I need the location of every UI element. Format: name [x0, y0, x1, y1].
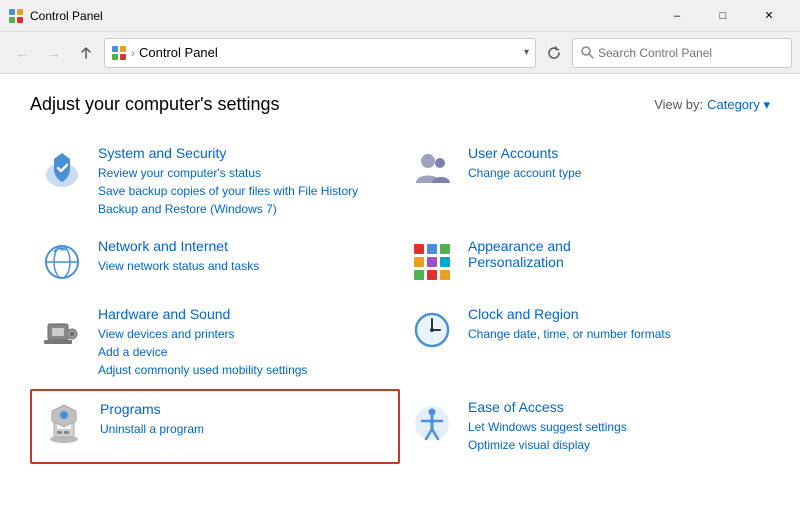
- main-header: Adjust your computer's settings View by:…: [30, 94, 770, 115]
- back-button[interactable]: ←: [8, 39, 36, 67]
- clock-region-title[interactable]: Clock and Region: [468, 306, 762, 322]
- minimize-button[interactable]: –: [654, 0, 700, 32]
- appearance-content: Appearance andPersonalization: [468, 238, 762, 273]
- network-internet-icon: [38, 238, 86, 286]
- network-internet-title[interactable]: Network and Internet: [98, 238, 392, 254]
- search-box[interactable]: [572, 38, 792, 68]
- category-system-security[interactable]: System and Security Review your computer…: [30, 135, 400, 228]
- view-by-value[interactable]: Category ▾: [707, 97, 770, 113]
- network-internet-link-1[interactable]: View network status and tasks: [98, 257, 392, 275]
- hardware-sound-link-2[interactable]: Add a device: [98, 343, 392, 361]
- programs-title[interactable]: Programs: [100, 401, 390, 417]
- clock-region-link-1[interactable]: Change date, time, or number formats: [468, 325, 762, 343]
- ease-of-access-title[interactable]: Ease of Access: [468, 399, 762, 415]
- address-folder-icon: [111, 45, 127, 61]
- refresh-button[interactable]: [540, 39, 568, 67]
- user-accounts-link-1[interactable]: Change account type: [468, 164, 762, 182]
- category-programs[interactable]: Programs Uninstall a program: [30, 389, 400, 464]
- address-bar: ← → › Control Panel ▾: [0, 32, 800, 74]
- view-by: View by: Category ▾: [654, 97, 770, 113]
- title-bar-icon: [8, 8, 24, 24]
- user-accounts-title[interactable]: User Accounts: [468, 145, 762, 161]
- appearance-title[interactable]: Appearance andPersonalization: [468, 238, 762, 270]
- title-bar-title: Control Panel: [30, 9, 654, 23]
- ease-of-access-content: Ease of Access Let Windows suggest setti…: [468, 399, 762, 454]
- address-separator: ›: [131, 46, 135, 60]
- ease-of-access-icon: [408, 399, 456, 447]
- programs-link-1[interactable]: Uninstall a program: [100, 420, 390, 438]
- categories-grid: System and Security Review your computer…: [30, 135, 770, 464]
- hardware-sound-content: Hardware and Sound View devices and prin…: [98, 306, 392, 379]
- user-accounts-icon: [408, 145, 456, 193]
- title-bar-buttons: – □ ✕: [654, 0, 792, 32]
- appearance-icon: [408, 238, 456, 286]
- category-clock-region[interactable]: Clock and Region Change date, time, or n…: [400, 296, 770, 389]
- user-accounts-content: User Accounts Change account type: [468, 145, 762, 182]
- address-input[interactable]: › Control Panel ▾: [104, 38, 536, 68]
- title-bar: Control Panel – □ ✕: [0, 0, 800, 32]
- hardware-sound-title[interactable]: Hardware and Sound: [98, 306, 392, 322]
- maximize-button[interactable]: □: [700, 0, 746, 32]
- system-security-title[interactable]: System and Security: [98, 145, 392, 161]
- main-content: Adjust your computer's settings View by:…: [0, 74, 800, 484]
- close-button[interactable]: ✕: [746, 0, 792, 32]
- search-input[interactable]: [598, 46, 783, 60]
- hardware-sound-link-1[interactable]: View devices and printers: [98, 325, 392, 343]
- ease-of-access-link-2[interactable]: Optimize visual display: [468, 436, 762, 454]
- forward-button[interactable]: →: [40, 39, 68, 67]
- category-hardware-sound[interactable]: Hardware and Sound View devices and prin…: [30, 296, 400, 389]
- system-security-content: System and Security Review your computer…: [98, 145, 392, 218]
- category-ease-of-access[interactable]: Ease of Access Let Windows suggest setti…: [400, 389, 770, 464]
- hardware-sound-icon: [38, 306, 86, 354]
- clock-region-content: Clock and Region Change date, time, or n…: [468, 306, 762, 343]
- hardware-sound-link-3[interactable]: Adjust commonly used mobility settings: [98, 361, 392, 379]
- system-security-link-2[interactable]: Save backup copies of your files with Fi…: [98, 182, 392, 200]
- clock-region-icon: [408, 306, 456, 354]
- page-title: Adjust your computer's settings: [30, 94, 280, 115]
- system-security-link-1[interactable]: Review your computer's status: [98, 164, 392, 182]
- programs-icon: [40, 401, 88, 449]
- system-security-icon: [38, 145, 86, 193]
- category-user-accounts[interactable]: User Accounts Change account type: [400, 135, 770, 228]
- ease-of-access-link-1[interactable]: Let Windows suggest settings: [468, 418, 762, 436]
- view-by-label: View by:: [654, 97, 703, 112]
- network-internet-content: Network and Internet View network status…: [98, 238, 392, 275]
- category-network-internet[interactable]: Network and Internet View network status…: [30, 228, 400, 296]
- search-icon: [581, 46, 594, 59]
- up-button[interactable]: [72, 39, 100, 67]
- programs-content: Programs Uninstall a program: [100, 401, 390, 438]
- address-dropdown-icon[interactable]: ▾: [524, 47, 529, 58]
- address-text: Control Panel: [139, 45, 520, 60]
- category-appearance[interactable]: Appearance andPersonalization: [400, 228, 770, 296]
- system-security-link-3[interactable]: Backup and Restore (Windows 7): [98, 200, 392, 218]
